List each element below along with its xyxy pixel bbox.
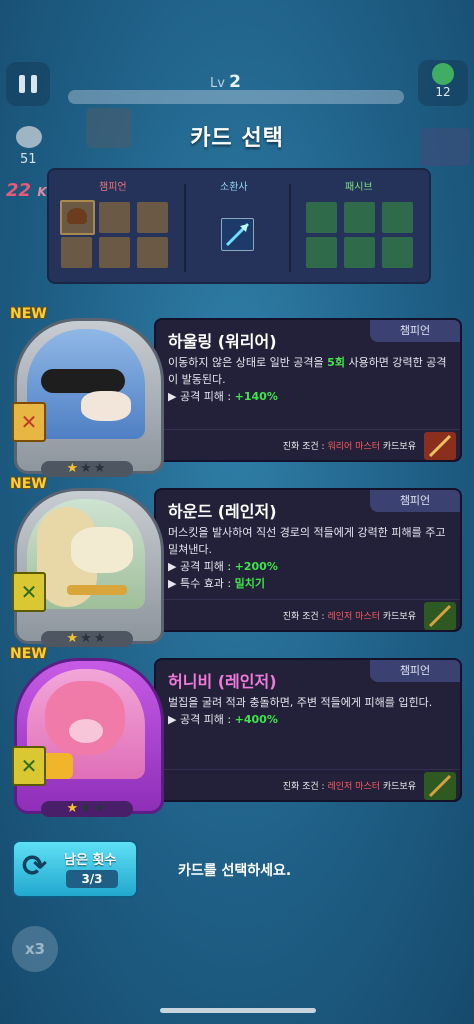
passive-slot-2	[344, 202, 375, 233]
stat-line: ▶ 공격 피해 : +200%	[168, 560, 278, 573]
level-indicator: Lv 2	[210, 72, 241, 92]
star-rating: ★★★	[41, 461, 133, 477]
timer-widget: 12	[418, 60, 468, 106]
new-tag: NEW	[10, 646, 47, 662]
champion-slot-6	[137, 237, 168, 268]
champion-slot-2	[99, 202, 130, 233]
passive-slot-4	[306, 237, 337, 268]
champion-portrait-icon	[67, 208, 87, 224]
champion-header: 챔피언	[99, 182, 127, 193]
select-prompt: 카드를 선택하세요.	[178, 863, 292, 879]
passive-header: 패시브	[345, 182, 373, 193]
card-portrait: ★★★	[14, 658, 164, 817]
warrior-crossed-swords-icon: ✕	[12, 402, 46, 442]
new-tag: NEW	[10, 476, 47, 492]
xp-progress-bar	[68, 90, 404, 104]
card-name: 하울링 (워리어)	[168, 332, 277, 351]
deck-panel: 챔피언 소환사 패시브	[47, 168, 431, 284]
evolution-row: 진화 조건 : 레인저 마스터 카드보유	[156, 769, 460, 800]
arrow-skill-icon	[225, 222, 250, 247]
role-tag: 챔피언	[370, 660, 460, 682]
reroll-button[interactable]: ⟳ 남은 횟수 3/3	[12, 840, 138, 898]
summoner-header: 소환사	[220, 182, 248, 193]
stat-line: ▶ 공격 피해 : +140%	[168, 390, 278, 403]
evolution-sword-icon	[424, 432, 456, 460]
kill-count: 51	[20, 152, 37, 167]
evolution-row: 진화 조건 : 워리어 마스터 카드보유	[156, 429, 460, 460]
stat-line: ▶ 공격 피해 : +400%	[168, 713, 278, 726]
star-rating: ★★★	[41, 631, 133, 647]
card-description: 벌집을 굴려 적과 충돌하면, 주변 적들에게 피해를 입힌다. ▶ 공격 피해…	[168, 694, 450, 728]
card-option-howling[interactable]: NEW 챔피언 하울링 (워리어) 이동하지 않은 상태로 일반 공격을 5회 …	[10, 306, 462, 477]
card-name: 하운드 (레인저)	[168, 502, 277, 521]
clock-icon	[432, 63, 454, 85]
card-option-honeybee[interactable]: NEW 챔피언 허니비 (레인저) 벌집을 굴려 적과 충돌하면, 주변 적들에…	[10, 646, 462, 817]
champion-slot-4	[61, 237, 92, 268]
passive-slot-1	[306, 202, 337, 233]
card-portrait: ★★★	[14, 318, 164, 477]
champion-slot-5	[99, 237, 130, 268]
evolution-bow-icon	[424, 602, 456, 630]
summoner-slot[interactable]	[221, 218, 254, 251]
ranger-bow-icon: ✕	[12, 746, 46, 786]
role-tag: 챔피언	[370, 490, 460, 512]
passive-slot-6	[382, 237, 413, 268]
champion-slot-1[interactable]	[60, 200, 95, 235]
pause-button[interactable]	[6, 62, 50, 106]
stat-line: ▶ 특수 효과 : 밀치기	[168, 577, 266, 590]
divider	[289, 184, 291, 272]
passive-slot-5	[344, 237, 375, 268]
reroll-label: 남은 횟수	[64, 853, 117, 868]
evolution-condition: 진화 조건 : 레인저 마스터 카드보유	[282, 782, 416, 792]
evolution-condition: 진화 조건 : 워리어 마스터 카드보유	[282, 442, 416, 452]
evolution-row: 진화 조건 : 레인저 마스터 카드보유	[156, 599, 460, 630]
evolution-condition: 진화 조건 : 레인저 마스터 카드보유	[282, 612, 416, 622]
page-title: 카드 선택	[190, 126, 284, 151]
speed-button[interactable]: x3	[12, 926, 58, 972]
champion-slot-3	[137, 202, 168, 233]
card-body: 챔피언 하울링 (워리어) 이동하지 않은 상태로 일반 공격을 5회 사용하면…	[154, 318, 462, 462]
card-body: 챔피언 허니비 (레인저) 벌집을 굴려 적과 충돌하면, 주변 적들에게 피해…	[154, 658, 462, 802]
evolution-bow-icon	[424, 772, 456, 800]
star-rating: ★★★	[41, 801, 133, 817]
new-tag: NEW	[10, 306, 47, 322]
ranger-bow-icon: ✕	[12, 572, 46, 612]
card-description: 이동하지 않은 상태로 일반 공격을 5회 사용하면 강력한 공격이 발동된다.…	[168, 354, 450, 405]
card-portrait: ★★★	[14, 488, 164, 647]
passive-slot-3	[382, 202, 413, 233]
refresh-icon: ⟳	[22, 849, 48, 884]
card-option-hound[interactable]: NEW 챔피언 하운드 (레인저) 머스킷을 발사하여 직선 경로의 적들에게 …	[10, 476, 462, 647]
divider	[184, 184, 186, 272]
card-description: 머스킷을 발사하여 직선 경로의 적들에게 강력한 피해를 주고 밀쳐낸다. ▶…	[168, 524, 450, 592]
home-indicator[interactable]	[160, 1008, 316, 1013]
card-name: 허니비 (레인저)	[168, 672, 277, 691]
reroll-count: 3/3	[66, 870, 118, 888]
card-body: 챔피언 하운드 (레인저) 머스킷을 발사하여 직선 경로의 적들에게 강력한 …	[154, 488, 462, 632]
role-tag: 챔피언	[370, 320, 460, 342]
